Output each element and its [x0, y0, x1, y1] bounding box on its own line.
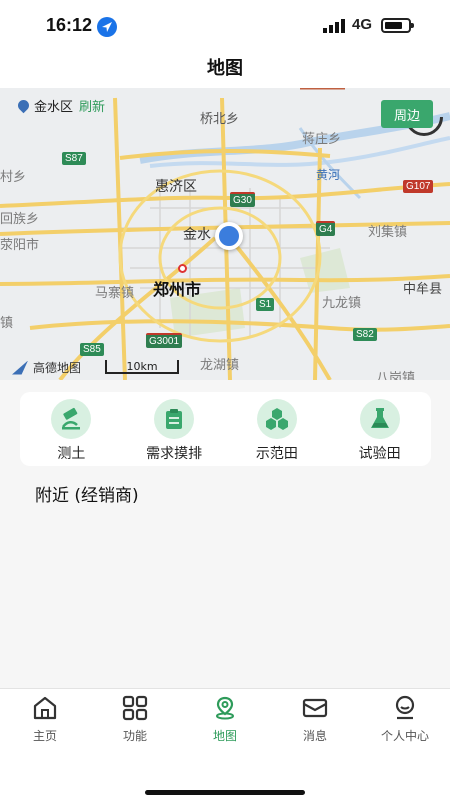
road-badge: S87: [62, 152, 86, 165]
location-pin-icon: [15, 97, 32, 114]
road-badge: G3001: [146, 333, 183, 348]
map-label: 九龙镇: [322, 296, 362, 311]
road-badge: S85: [80, 343, 104, 356]
home-indicator[interactable]: [145, 790, 305, 795]
flask-icon: [359, 399, 400, 439]
signal-icon: [323, 19, 345, 33]
road-badge: S82: [353, 328, 377, 341]
tab-label: 主页: [32, 729, 57, 743]
nearby-button[interactable]: 周边: [381, 100, 433, 128]
road-badge: G30: [230, 192, 255, 207]
road-badge: S1: [256, 298, 275, 311]
my-location-marker: [215, 222, 243, 250]
status-time: 16:12: [46, 15, 93, 35]
status-bar: 16:12 4G: [0, 0, 450, 48]
map-label: 荥阳市: [0, 238, 40, 253]
amap-logo-icon: [12, 360, 28, 375]
map-label-city: 郑州市: [153, 280, 202, 299]
quick-actions-panel: 测土 需求摸排 示范田 试验田: [20, 392, 431, 466]
quick-action-label: 示范田: [255, 446, 298, 462]
microscope-icon: [51, 399, 92, 439]
current-district: 金水区: [34, 100, 74, 115]
map-label: 黄河: [316, 168, 341, 182]
city-marker-icon: [178, 264, 187, 273]
road-badge: G4: [316, 221, 336, 236]
map-label: 金水: [183, 227, 211, 243]
hexagon-field-icon: [256, 399, 297, 439]
grid-icon: [122, 695, 148, 721]
map-label: 惠济区: [155, 179, 197, 195]
map-label: 桥北乡: [200, 112, 240, 127]
map-label: 村乡: [0, 170, 27, 185]
tab-label: 个人中心: [380, 729, 429, 743]
page-title: 地图: [207, 58, 243, 79]
battery-icon: [381, 18, 414, 33]
tab-map[interactable]: 地图: [180, 689, 270, 745]
tab-messages[interactable]: 消息: [270, 689, 360, 745]
user-icon: [395, 695, 415, 720]
attribution-text: 高德地图: [33, 361, 82, 375]
clipboard-icon: [154, 399, 195, 439]
nearby-section-title: 附近 (经销商): [35, 486, 139, 506]
map-label: 中牟县: [403, 282, 443, 297]
tab-label: 功能: [122, 729, 147, 743]
map-label: 刘集镇: [368, 225, 408, 240]
road-badge: G107: [403, 180, 434, 193]
map-label: 蒋庄乡: [302, 132, 342, 147]
quick-action-label: 需求摸排: [146, 446, 203, 462]
map-label: 八岗镇: [376, 371, 416, 380]
location-arrow-icon: [97, 17, 117, 37]
tab-functions[interactable]: 功能: [90, 689, 180, 745]
tab-home[interactable]: 主页: [0, 689, 90, 745]
tab-profile[interactable]: 个人中心: [360, 689, 450, 745]
nav-header: 地图: [0, 48, 450, 88]
tab-label: 地图: [212, 729, 237, 743]
map-label: 回族乡: [0, 212, 40, 227]
quick-action-label: 试验田: [358, 446, 401, 462]
network-label: 4G: [352, 16, 373, 33]
map-label: 镇: [0, 316, 14, 331]
map-pin-icon: [216, 696, 234, 720]
home-icon: [33, 696, 57, 720]
refresh-link[interactable]: 刷新: [79, 96, 105, 115]
quick-action-soil-test[interactable]: 测土: [20, 392, 123, 466]
quick-action-demand-survey[interactable]: 需求摸排: [123, 392, 226, 466]
current-location: 金水区 刷新: [15, 96, 105, 115]
map-label: 马寨镇: [95, 286, 135, 301]
quick-action-trial-field[interactable]: 试验田: [328, 392, 431, 466]
map-attribution: 高德地图: [12, 359, 81, 376]
quick-action-label: 测土: [57, 446, 86, 462]
quick-action-demo-field[interactable]: 示范田: [226, 392, 329, 466]
map-label: 龙湖镇: [200, 358, 240, 373]
tab-label: 消息: [302, 729, 327, 743]
mail-icon: [302, 698, 328, 718]
scale-label: 10km: [126, 360, 158, 373]
map-scale-bar: 10km: [105, 360, 179, 374]
tab-bar: 主页 功能 地图 消息 个人中心: [0, 688, 450, 800]
map-view[interactable]: 金水区 刷新 周边 桥北乡 蒋庄乡 黄河 村乡 惠济区 回族乡 刘集镇 荥阳市 …: [0, 88, 450, 380]
